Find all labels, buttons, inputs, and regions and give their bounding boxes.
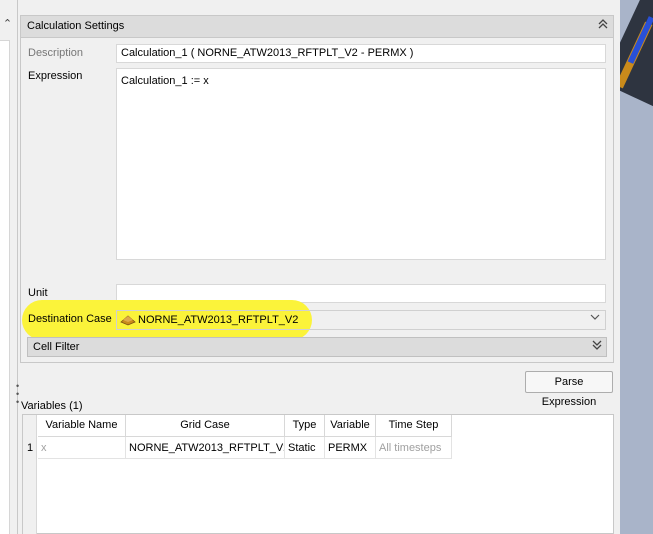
cell-grid-case[interactable]: NORNE_ATW2013_RFTPLT_V2 [126,437,285,459]
column-header-time-step[interactable]: Time Step [376,415,452,437]
calculation-settings-title: Calculation Settings [27,20,125,32]
column-header-grid-case[interactable]: Grid Case [126,415,285,437]
cell-time-step[interactable]: All timesteps [376,437,452,459]
column-header-variable-name[interactable]: Variable Name [38,415,126,437]
cell-variable-name[interactable]: x [38,437,126,459]
row-header-column [23,415,37,534]
double-chevron-up-icon[interactable] [598,18,608,33]
chevron-down-icon[interactable] [590,312,600,325]
row-number[interactable]: 1 [23,437,37,459]
grid-case-icon [120,314,136,326]
expression-editor[interactable]: Calculation_1 := x [116,68,606,260]
parse-expression-button[interactable]: Parse Expression [525,371,613,408]
cell-type[interactable]: Static [285,437,325,459]
description-field[interactable]: Calculation_1 ( NORNE_ATW2013_RFTPLT_V2 … [116,44,606,63]
column-header-variable[interactable]: Variable [325,415,376,437]
collapse-up-icon[interactable]: ⌃ [0,14,15,34]
destination-case-value: NORNE_ATW2013_RFTPLT_V2 [138,314,299,326]
left-panel-scrollbar[interactable] [0,40,10,534]
expression-label: Expression [28,70,83,82]
column-header-type[interactable]: Type [285,415,325,437]
3d-viewport[interactable] [620,0,653,534]
unit-label: Unit [28,287,48,299]
destination-case-label: Destination Case [28,313,112,325]
cell-filter-header[interactable] [27,337,607,357]
variables-label: Variables (1) [21,400,83,412]
description-label: Description [28,47,84,59]
double-chevron-down-icon[interactable] [592,339,602,354]
cell-variable[interactable]: PERMX [325,437,376,459]
cell-filter-label: Cell Filter [33,341,80,353]
